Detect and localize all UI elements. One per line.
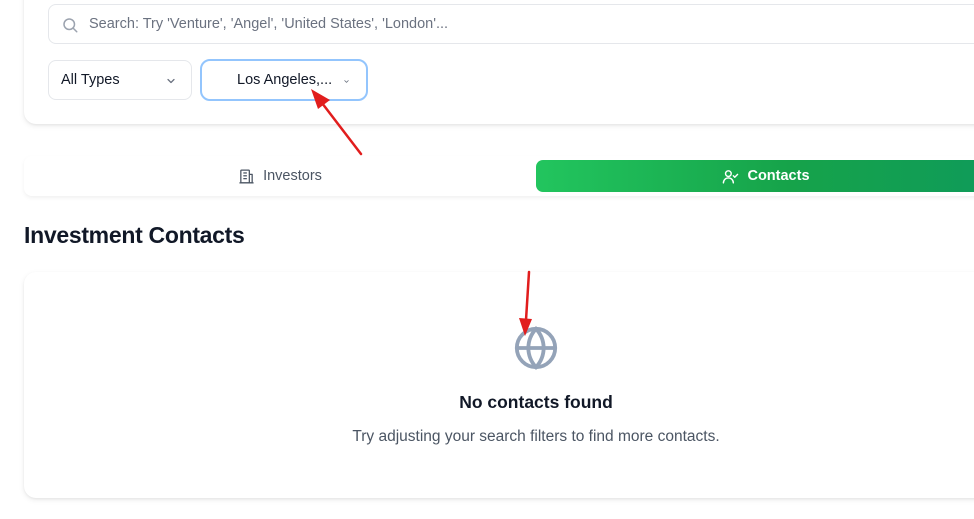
chevron-down-icon	[344, 80, 349, 83]
tab-investors-label: Investors	[263, 168, 322, 184]
search-icon	[63, 18, 78, 33]
location-filter-value: Los Angeles,...	[237, 72, 333, 88]
user-check-icon	[723, 169, 739, 184]
view-tabs: Investors Contacts	[24, 156, 974, 196]
building-icon	[239, 168, 254, 184]
search-box[interactable]	[48, 4, 974, 44]
empty-state-subtitle: Try adjusting your search filters to fin…	[352, 428, 720, 445]
tab-contacts-label: Contacts	[747, 168, 810, 184]
type-filter-value: All Types	[61, 72, 120, 88]
page-title: Investment Contacts	[24, 222, 245, 248]
location-filter-select[interactable]: Los Angeles,...	[200, 59, 368, 101]
empty-state-title: No contacts found	[459, 392, 613, 412]
type-filter-select[interactable]: All Types	[48, 60, 192, 100]
tab-investors[interactable]: Investors	[24, 160, 536, 192]
empty-state-card	[24, 272, 974, 498]
search-input[interactable]	[89, 5, 969, 43]
globe-icon	[514, 326, 558, 370]
chevron-down-icon	[167, 78, 175, 84]
tab-contacts[interactable]: Contacts	[536, 160, 974, 192]
